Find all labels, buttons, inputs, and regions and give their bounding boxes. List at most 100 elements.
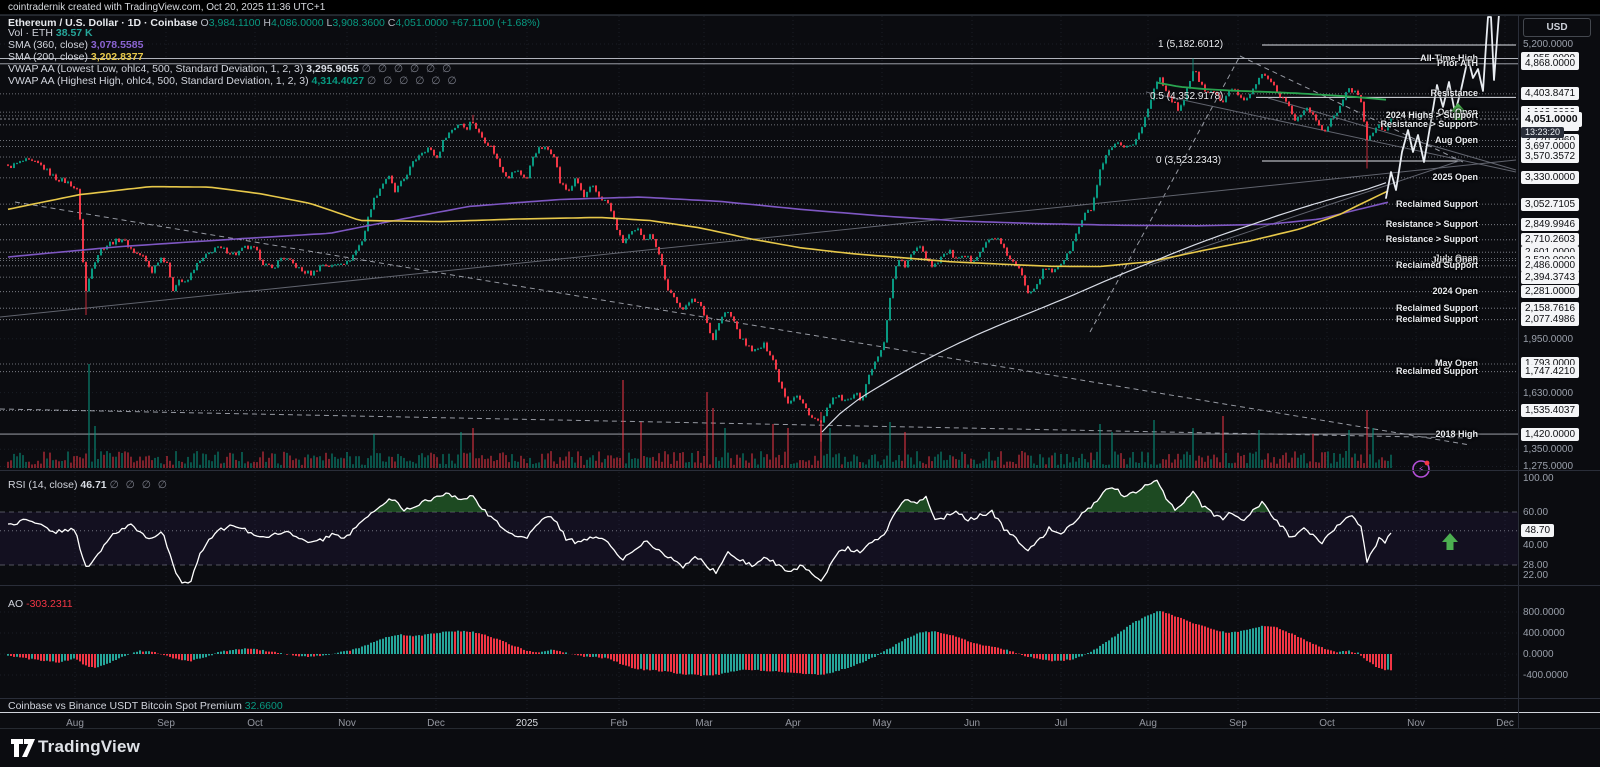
- price-line-name: Reclaimed Support: [1395, 260, 1478, 271]
- footer-bar: TradingView: [0, 729, 1600, 767]
- legend-row-label: VWAP AA (Highest High, ohlc4, 500, Stand…: [8, 74, 309, 87]
- time-axis-label: Jun: [963, 718, 981, 729]
- legend-row-1: SMA (360, close) 3,078.5585: [8, 39, 540, 52]
- time-axis-label: Sep: [157, 718, 175, 729]
- rsi-tick: 60.00: [1523, 507, 1549, 518]
- price-tick: 5,200.0000: [1523, 39, 1574, 50]
- legend-row-label: VWAP AA (Lowest Low, ohlc4, 500, Standar…: [8, 63, 304, 76]
- currency-button[interactable]: USD: [1523, 18, 1591, 37]
- tradingview-brand[interactable]: TradingView: [38, 737, 140, 757]
- bar-countdown: 13:23:20: [1521, 127, 1565, 139]
- price-line-label: 1,535.4037: [1521, 404, 1580, 418]
- legend-row-4: VWAP AA (Highest High, ohlc4, 500, Stand…: [8, 74, 540, 87]
- price-line-name: Resistance > Support: [1385, 234, 1478, 245]
- rsi-current-label: 48.70: [1521, 524, 1555, 538]
- fib-level-label: 0 (3,523.2343): [1156, 154, 1222, 166]
- legend-row-value: 3,202.8377: [90, 51, 144, 64]
- legend-row-2: SMA (200, close) 3,202.8377: [8, 51, 540, 64]
- price-line-label: 1,420.0000: [1521, 427, 1580, 441]
- price-tick: 1,350.0000: [1523, 444, 1574, 456]
- legend-row-label: SMA (200, close): [8, 51, 88, 64]
- price-line-name: Resistance: [1430, 88, 1478, 99]
- price-tick: 1,275.0000: [1523, 461, 1574, 473]
- tradingview-chart-window: ⚡ cointradernik created with TradingView…: [0, 0, 1600, 767]
- ao-tick: 400.0000: [1523, 628, 1565, 639]
- ao-legend: AO -303.2311: [8, 598, 73, 610]
- time-axis-label: Apr: [785, 718, 801, 729]
- rsi-tick: 22.00: [1523, 569, 1549, 581]
- time-axis-label: Feb: [610, 718, 628, 729]
- price-line-name: Reclaimed Support: [1395, 302, 1478, 313]
- price-line-name: 2018 High: [1435, 428, 1478, 439]
- rsi-legend: RSI (14, close) 46.71 ∅ ∅ ∅ ∅: [8, 479, 169, 491]
- price-line-name: 2025 Open: [1432, 172, 1478, 183]
- price-line-name: Prior ATH: [1436, 58, 1478, 69]
- ohlc-l: L3,908.3600: [323, 17, 385, 29]
- legend-row-value: 4,314.4027: [311, 74, 365, 87]
- current-price-label: 4,051.0000: [1521, 112, 1582, 128]
- rsi-tick: 40.00: [1523, 540, 1549, 552]
- ohlc-o: O3,984.1100: [200, 17, 261, 29]
- time-axis-label: Dec: [427, 718, 445, 729]
- time-axis-label: Mar: [695, 718, 713, 729]
- fib-level-label: 1 (5,182.6012): [1158, 39, 1224, 50]
- price-line-label: 3,330.0000: [1521, 171, 1580, 185]
- price-line-label: 2,281.0000: [1521, 285, 1580, 299]
- main-legend: Ethereum / U.S. Dollar · 1D · Coinbase O…: [8, 18, 540, 86]
- price-line-label: 3,570.3572: [1521, 150, 1580, 164]
- rsi-hidden-values[interactable]: ∅ ∅ ∅ ∅: [110, 479, 169, 491]
- price-line-label: 2,394.3743: [1521, 270, 1580, 284]
- premium-label: Coinbase vs Binance USDT Bitcoin Spot Pr…: [8, 700, 242, 712]
- legend-row-value: 38.57 K: [55, 27, 93, 40]
- chart-canvas[interactable]: ⚡: [0, 0, 1600, 767]
- fib-level-label: 0.5 (4,352.9178): [1150, 91, 1224, 103]
- price-line-label: 2,849.9946: [1521, 218, 1580, 232]
- ao-value: -303.2311: [26, 598, 73, 610]
- time-axis-label: Sep: [1229, 718, 1247, 729]
- legend-hidden-values[interactable]: ∅ ∅ ∅ ∅ ∅ ∅: [367, 75, 458, 87]
- price-line-label: 4,868.0000: [1521, 57, 1580, 71]
- rsi-label: RSI (14, close): [8, 479, 78, 491]
- svg-text:⚡: ⚡: [1418, 465, 1424, 475]
- price-line-label: 2,710.2603: [1521, 233, 1580, 247]
- price-line-label: 4,403.8471: [1521, 87, 1580, 101]
- price-line-name: Reclaimed Support: [1395, 314, 1478, 325]
- tradingview-logo-icon[interactable]: [10, 737, 36, 759]
- price-line-name: Aug Open: [1435, 135, 1478, 146]
- price-line-name: Reclaimed Support: [1395, 366, 1478, 377]
- legend-row-label: SMA (360, close): [8, 39, 88, 52]
- price-line-name: Reclaimed Support: [1395, 198, 1478, 209]
- price-line-label: 2,077.4986: [1521, 313, 1580, 327]
- time-axis-label: Oct: [247, 718, 263, 729]
- ao-tick: -400.0000: [1523, 670, 1569, 681]
- legend-row-label: Vol · ETH: [8, 27, 53, 40]
- change-value: +67.1100 (+1.68%): [450, 17, 540, 29]
- ao-tick: 800.0000: [1523, 607, 1565, 618]
- time-axis-label: Aug: [66, 718, 84, 729]
- ohlc-h: H4,086.0000: [260, 17, 324, 29]
- legend-row-value: 3,295.9055: [306, 63, 359, 76]
- time-axis-label: 2025: [515, 718, 539, 729]
- time-axis-label: Nov: [338, 718, 356, 729]
- price-line-label: 1,747.4210: [1521, 365, 1580, 379]
- indicator-legend-rows: Vol · ETH 38.57 K SMA (360, close) 3,078.…: [8, 28, 540, 86]
- time-axis-label: Dec: [1496, 718, 1514, 729]
- time-axis-label: Oct: [1319, 718, 1335, 729]
- price-tick: 1,950.0000: [1523, 333, 1574, 345]
- copyright-text: cointradernik created with TradingView.c…: [8, 2, 326, 13]
- legend-hidden-values[interactable]: ∅ ∅ ∅ ∅ ∅ ∅: [362, 63, 453, 75]
- ohlc-c: C4,051.0000: [384, 17, 448, 29]
- time-axis-label: Jul: [1054, 718, 1068, 729]
- price-tick: 1,630.0000: [1523, 387, 1574, 399]
- rsi-value: 46.71: [80, 479, 107, 491]
- price-axis[interactable]: USD 5,200.0000 1,950.0000 1,630.0000 1,350.…: [1519, 15, 1600, 728]
- copyright-bar: cointradernik created with TradingView.c…: [0, 0, 1600, 15]
- price-line-label: 3,052.7105: [1521, 197, 1580, 211]
- time-axis-label: Aug: [1139, 718, 1157, 729]
- price-line-name: 2024 Open: [1432, 286, 1478, 297]
- legend-row-value: 3,078.5585: [90, 39, 144, 52]
- premium-legend: Coinbase vs Binance USDT Bitcoin Spot Pr…: [8, 700, 283, 712]
- ao-label: AO: [8, 598, 24, 610]
- legend-row-0: Vol · ETH 38.57 K: [8, 27, 540, 40]
- price-line-name: Resistance > Support>: [1380, 119, 1478, 130]
